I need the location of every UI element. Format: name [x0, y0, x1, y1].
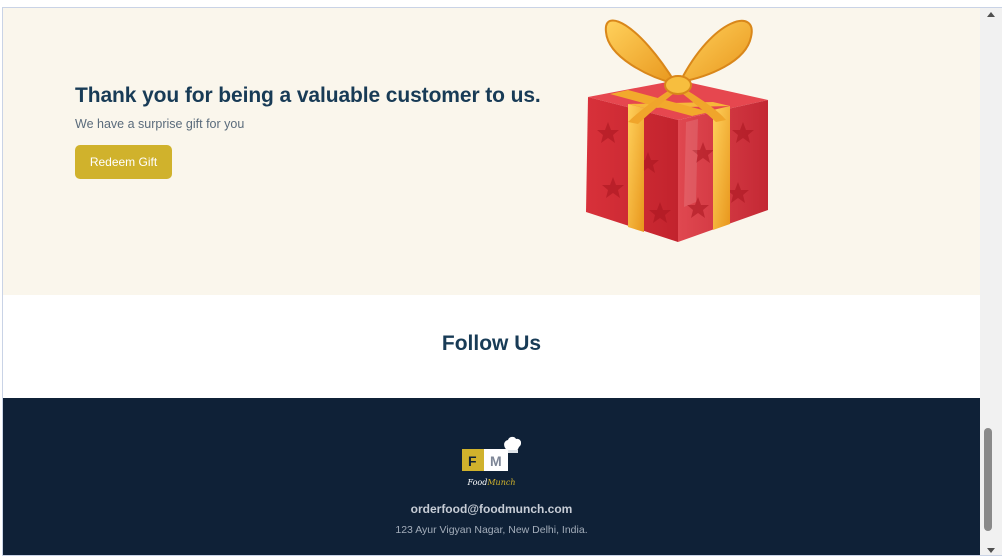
gift-section: Thank you for being a valuable customer … [3, 8, 980, 295]
browser-frame: Thank you for being a valuable customer … [2, 7, 1002, 556]
scrollbar-thumb[interactable] [984, 428, 992, 531]
footer-email[interactable]: orderfood@foodmunch.com [3, 502, 980, 516]
vertical-scrollbar[interactable] [980, 8, 1002, 555]
logo-text-food: Food [467, 478, 488, 487]
redeem-gift-button[interactable]: Redeem Gift [75, 145, 172, 179]
scroll-down-arrow-icon[interactable] [987, 548, 995, 553]
gift-box-icon [586, 19, 768, 242]
footer-address: 123 Ayur Vigyan Nagar, New Delhi, India. [395, 524, 588, 536]
gift-subtitle: We have a surprise gift for you [75, 117, 245, 131]
footer: F M FoodMunch orderfood@foodmunch.com 12… [3, 398, 980, 555]
page-viewport: Thank you for being a valuable customer … [3, 8, 980, 555]
logo-letter-f: F [468, 453, 477, 469]
scroll-up-arrow-icon[interactable] [987, 12, 995, 17]
follow-us-heading: Follow Us [441, 332, 542, 355]
logo-wordmark: FoodMunch [3, 478, 980, 487]
logo-letter-m: M [490, 453, 502, 469]
gift-title: Thank you for being a valuable customer … [75, 84, 541, 107]
logo-text-munch: Munch [487, 478, 516, 487]
